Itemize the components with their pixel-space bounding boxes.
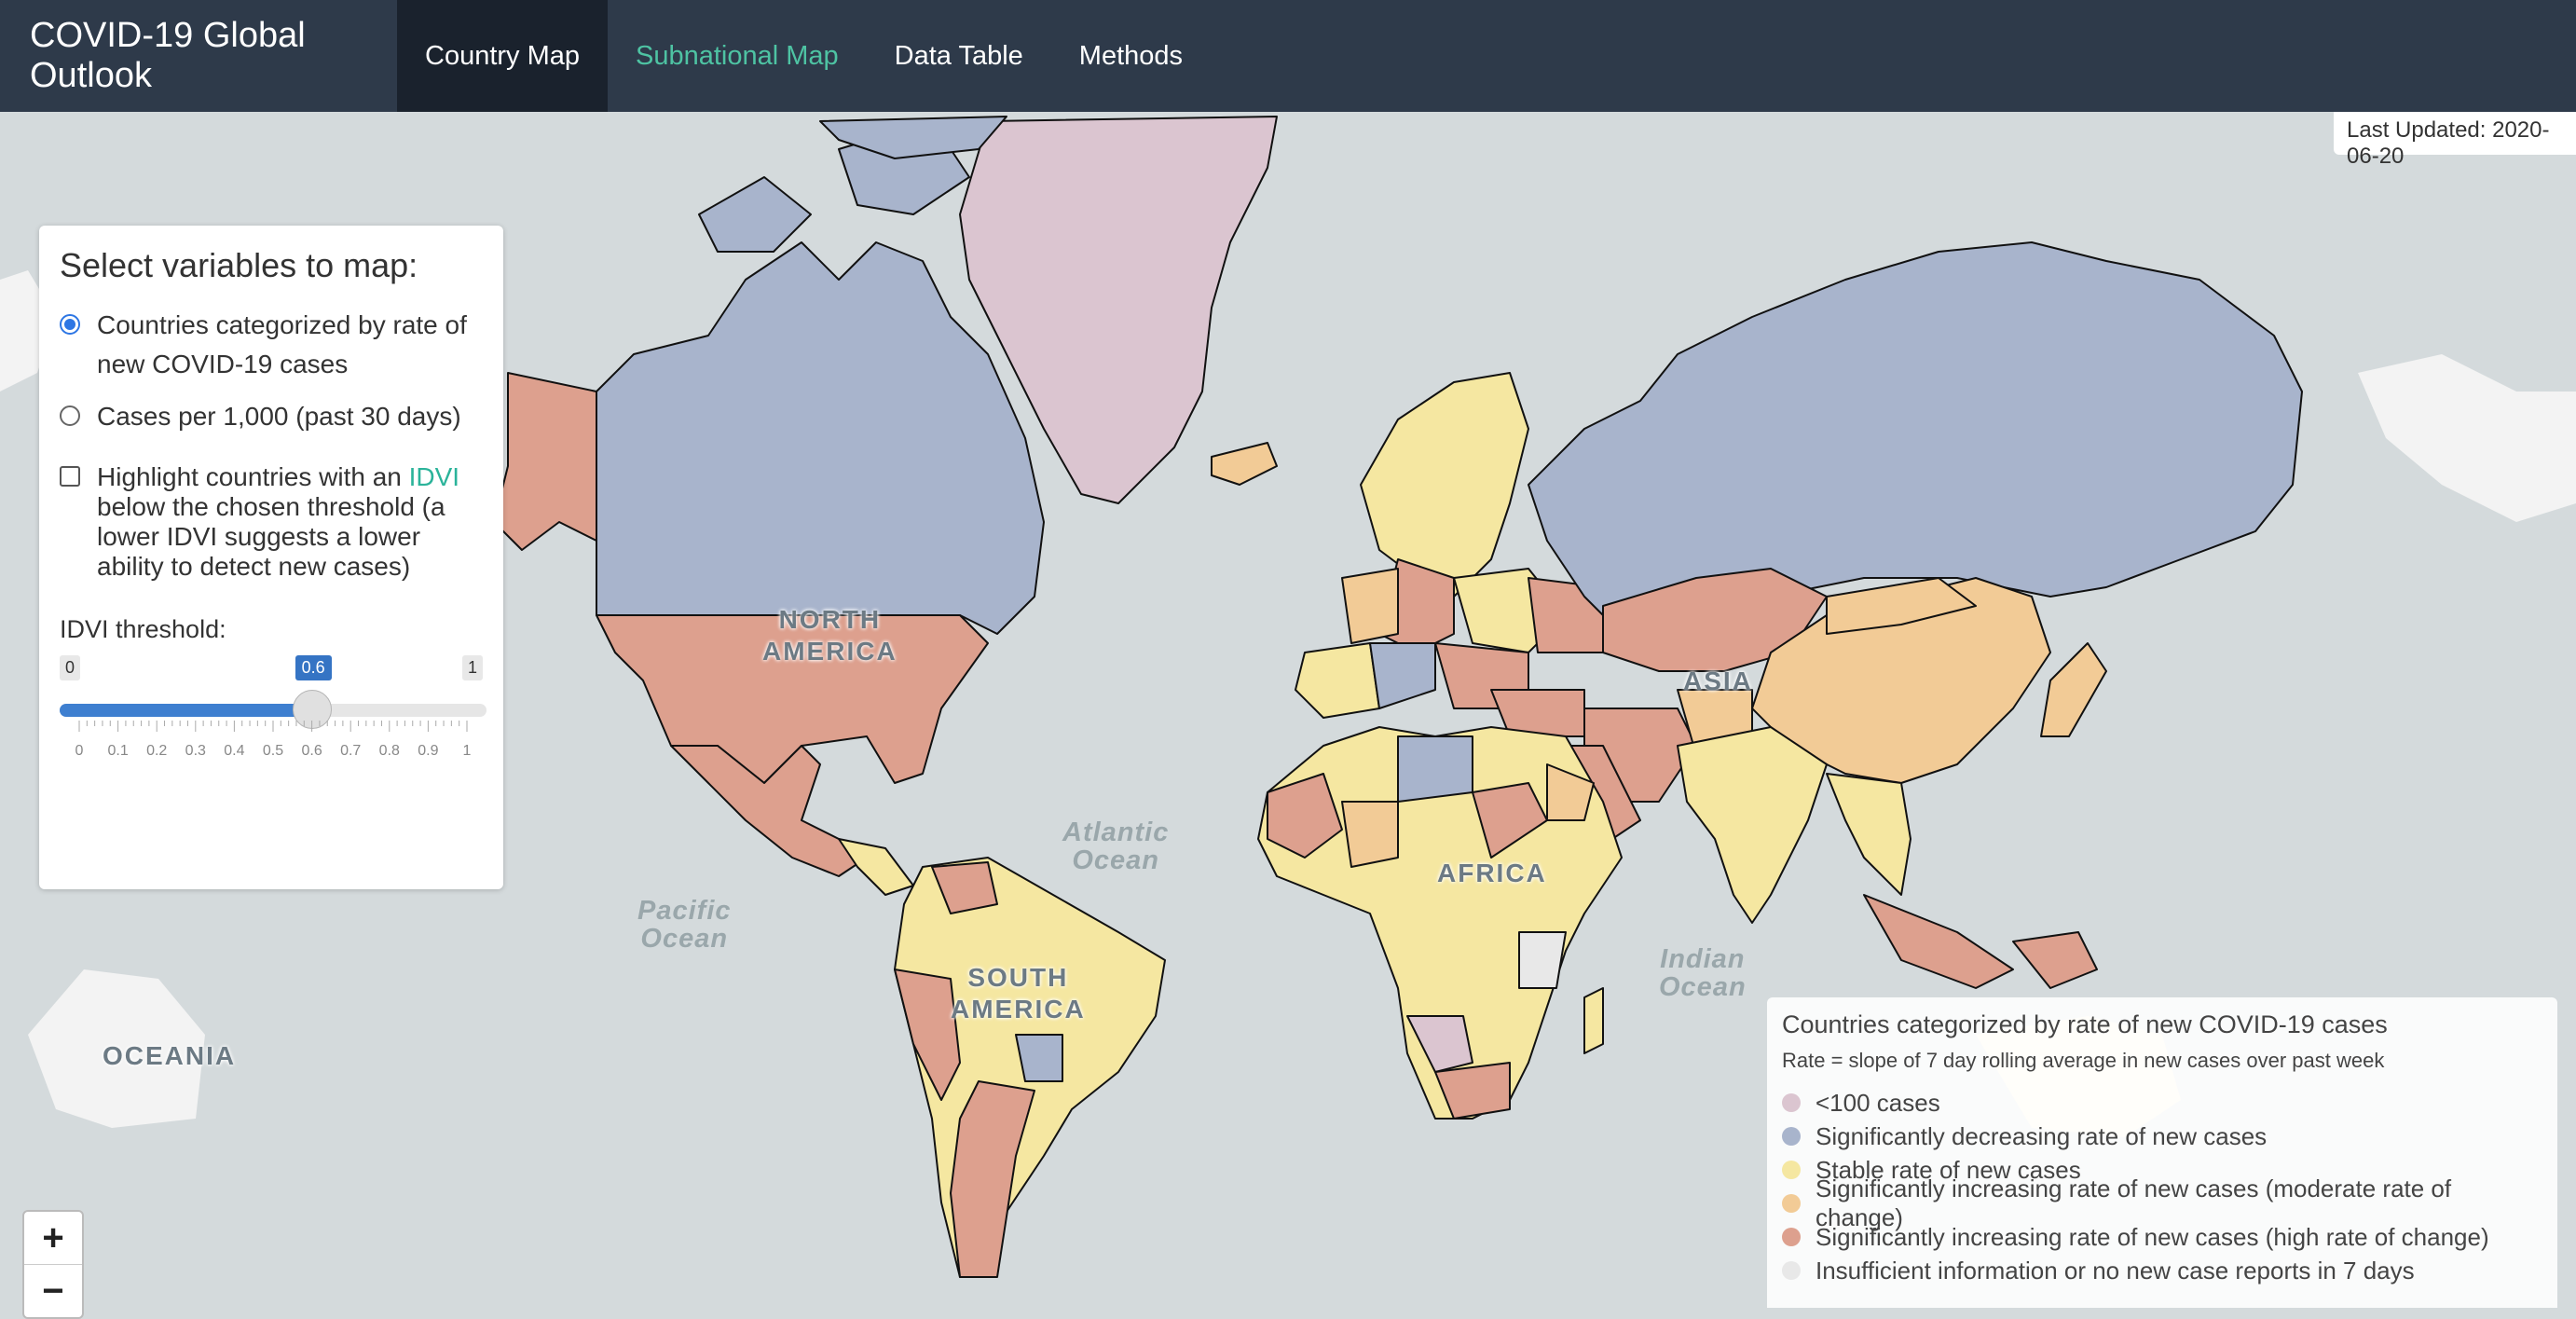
idvi-threshold-label: IDVI threshold: <box>60 615 226 643</box>
oceania-label: OCEANIA <box>103 1041 237 1070</box>
slider-tick-label: 1 <box>462 743 472 759</box>
legend-item: Significantly decreasing rate of new cas… <box>1782 1120 2542 1153</box>
legend-label: Significantly decreasing rate of new cas… <box>1816 1121 2268 1150</box>
tab-subnational-map[interactable]: Subnational Map <box>608 0 867 112</box>
checkbox-label-prefix: Highlight countries with an <box>97 462 409 491</box>
slider-tick-label: 0.1 <box>107 743 129 759</box>
slider-value-label: 0.6 <box>295 655 332 680</box>
pacific-ocean-label: Pacific Ocean <box>637 896 732 954</box>
radio-option-cases[interactable]: Cases per 1,000 (past 30 days) <box>60 397 483 436</box>
control-panel: Select variables to map: Countries categ… <box>39 226 503 889</box>
tab-country-map[interactable]: Country Map <box>397 0 609 112</box>
slider-tick-label: 0.9 <box>418 743 439 759</box>
slider-tick-label: 0.8 <box>378 743 400 759</box>
slider-fill <box>60 704 312 717</box>
south-america-label: SOUTH AMERICA <box>951 963 1086 1024</box>
legend-item: Insufficient information or no new case … <box>1782 1254 2542 1287</box>
legend-item: Significantly increasing rate of new cas… <box>1782 1175 2542 1231</box>
legend-swatch <box>1782 1228 1801 1246</box>
radio-option-rate[interactable]: Countries categorized by rate of new COV… <box>60 306 483 384</box>
app-title: COVID-19 Global Outlook <box>30 16 306 95</box>
zoom-control: + − <box>22 1210 84 1319</box>
radio-label-rate: Countries categorized by rate of new COV… <box>97 310 467 378</box>
legend-item: Significantly increasing rate of new cas… <box>1782 1220 2542 1254</box>
legend-swatch <box>1782 1127 1801 1146</box>
slider-tick-label: 0.6 <box>301 743 322 759</box>
last-updated-badge: Last Updated: 2020-06-20 <box>2334 112 2576 169</box>
legend-label: Insufficient information or no new case … <box>1816 1256 2415 1285</box>
legend-label: <100 cases <box>1816 1088 1940 1117</box>
radio-button-cases[interactable] <box>60 405 80 426</box>
slider-tick-label: 0.7 <box>340 743 362 759</box>
legend-subtitle: Rate = slope of 7 day rolling average in… <box>1782 1049 2385 1072</box>
legend-item: <100 cases <box>1782 1086 2542 1120</box>
zoom-in-button[interactable]: + <box>24 1212 82 1265</box>
tab-methods[interactable]: Methods <box>1051 0 1211 112</box>
idvi-highlight-label: Highlight countries with an IDVI below t… <box>97 462 483 582</box>
legend-title: Countries categorized by rate of new COV… <box>1782 1010 2388 1038</box>
legend-swatch <box>1782 1194 1801 1213</box>
legend-swatch <box>1782 1261 1801 1280</box>
slider-min-label: 0 <box>60 655 81 680</box>
slider-tick-label: 0.5 <box>262 743 284 759</box>
indian-ocean-label: Indian Ocean <box>1659 944 1747 1002</box>
slider-tick-label: 0.4 <box>224 743 245 759</box>
idvi-highlight-checkbox[interactable] <box>60 466 80 487</box>
tab-data-table[interactable]: Data Table <box>867 0 1051 112</box>
africa-label: AFRICA <box>1437 859 1547 887</box>
legend-swatch <box>1782 1161 1801 1179</box>
north-america-label: NORTH AMERICA <box>762 605 897 666</box>
slider-tick-label: 0.2 <box>146 743 168 759</box>
slider-ticks <box>78 721 468 732</box>
zoom-out-button[interactable]: − <box>24 1265 82 1317</box>
radio-label-cases: Cases per 1,000 (past 30 days) <box>97 402 461 431</box>
slider-tick-label: 0 <box>75 743 84 759</box>
checkbox-label-suffix: below the chosen threshold (a lower IDVI… <box>97 492 445 581</box>
slider-max-label: 1 <box>461 655 483 680</box>
slider-tick-label: 0.3 <box>185 743 206 759</box>
idvi-link[interactable]: IDVI <box>409 462 459 491</box>
panel-title: Select variables to map: <box>60 246 418 284</box>
legend-swatch <box>1782 1093 1801 1112</box>
radio-button-rate[interactable] <box>60 314 80 335</box>
idvi-threshold-slider[interactable]: 0 1 0.6 0 0.1 0.2 0.3 0.4 0.5 0.6 0.7 0.8 0.9 1 <box>60 655 486 767</box>
navbar: COVID-19 Global Outlook Country Map Subn… <box>0 0 2576 112</box>
asia-label: ASIA <box>1683 666 1753 695</box>
legend-label: Significantly increasing rate of new cas… <box>1816 1222 2489 1251</box>
map-legend: Countries categorized by rate of new COV… <box>1767 997 2557 1308</box>
idvi-highlight-option[interactable]: Highlight countries with an IDVI below t… <box>60 462 483 582</box>
atlantic-ocean-label: Atlantic Ocean <box>1062 818 1170 875</box>
